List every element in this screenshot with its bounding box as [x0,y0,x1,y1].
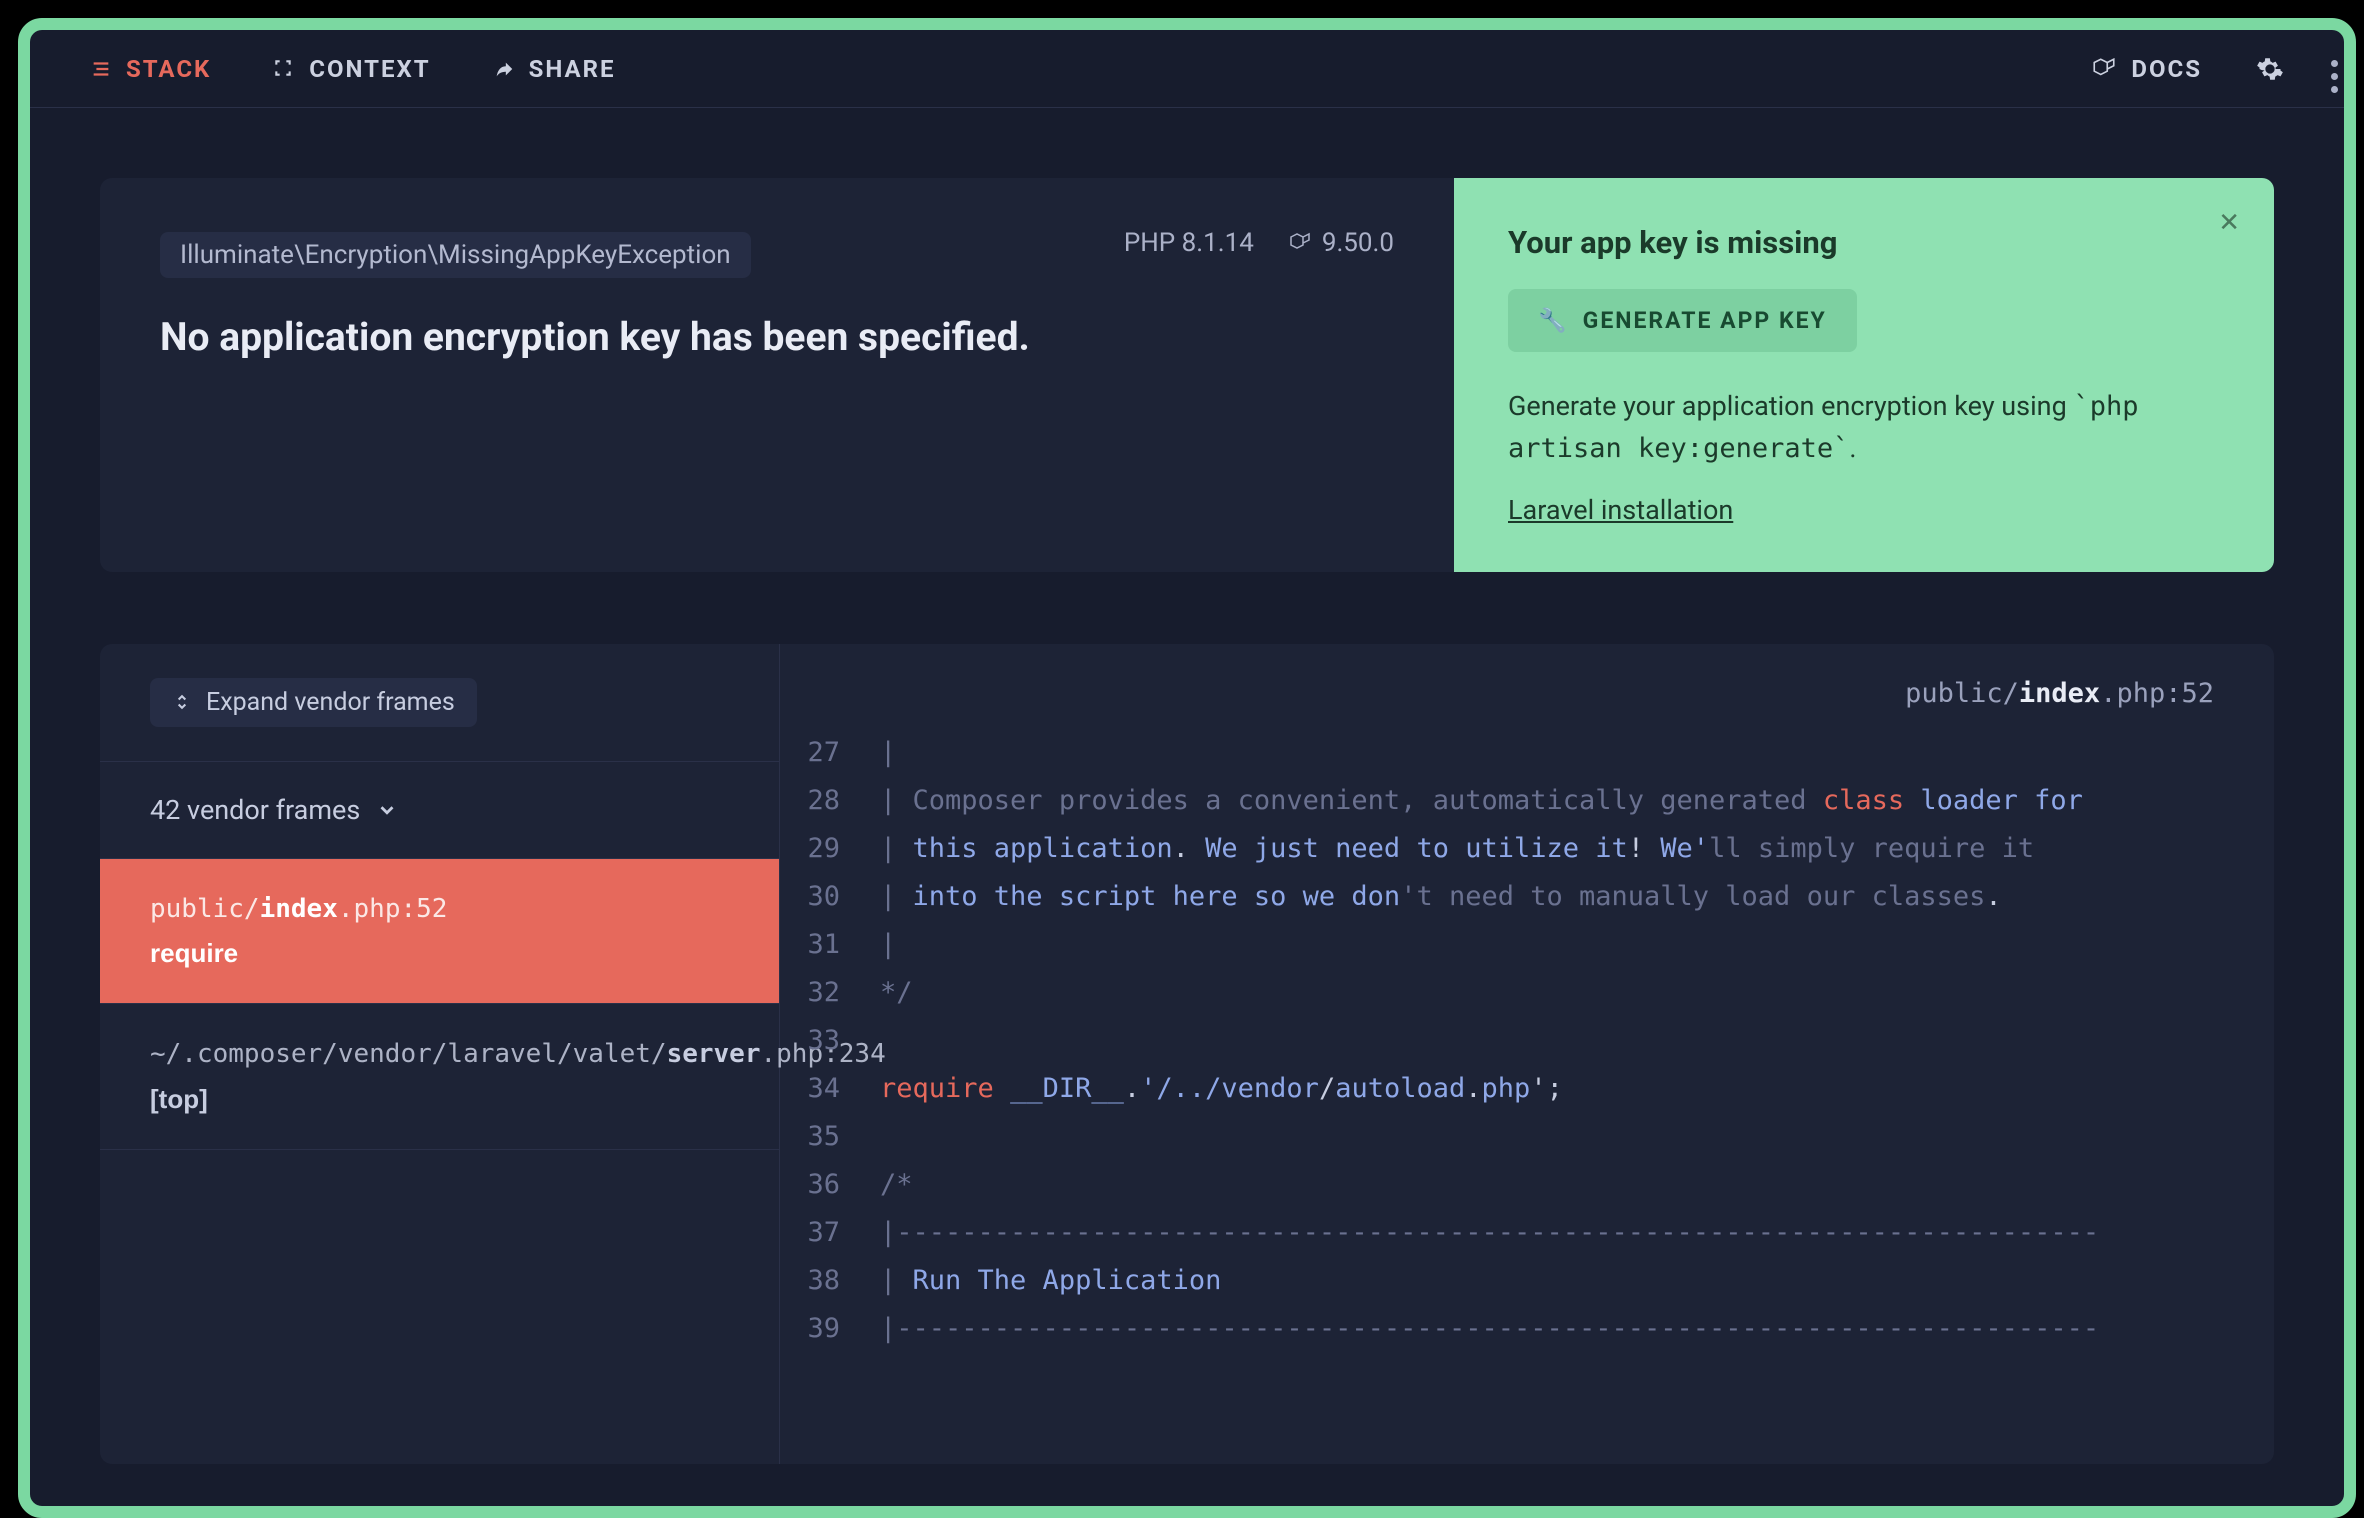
code-column: public/index.php:52 27| 28| Composer pro… [780,644,2274,1464]
docs-label: DOCS [2131,55,2202,83]
file-path: public/index.php:52 [780,678,2224,709]
tab-label: SHARE [529,55,616,83]
tab-label: STACK [126,55,211,83]
tab-label: CONTEXT [309,55,430,83]
exception-card: Illuminate\Encryption\MissingAppKeyExcep… [100,178,1454,572]
frame-item-active[interactable]: public/index.php:52 require [100,858,779,1004]
solution-card: ✕ Your app key is missing 🔧 GENERATE APP… [1454,178,2274,572]
stack-icon [90,58,112,80]
vendor-count: 42 vendor frames [150,794,360,826]
solution-description: Generate your application encryption key… [1508,386,2220,470]
exception-class: Illuminate\Encryption\MissingAppKeyExcep… [160,232,751,278]
close-icon[interactable]: ✕ [2218,208,2240,238]
button-label: GENERATE APP KEY [1583,307,1827,334]
gear-icon[interactable] [2256,55,2284,83]
laravel-icon [2091,56,2117,82]
kebab-icon[interactable] [2323,52,2346,101]
content: Illuminate\Encryption\MissingAppKeyExcep… [30,108,2344,1506]
docs-link[interactable]: DOCS [2091,55,2202,83]
frames-column: Expand vendor frames 42 vendor frames pu… [100,644,780,1464]
expand-vendor-button[interactable]: Expand vendor frames [150,678,477,727]
code-block[interactable]: 27| 28| Composer provides a convenient, … [780,729,2224,1354]
solution-title: Your app key is missing [1508,224,2220,261]
php-version: PHP 8.1.14 [1124,228,1254,258]
generate-key-button[interactable]: 🔧 GENERATE APP KEY [1508,289,1857,352]
installation-link[interactable]: Laravel installation [1508,494,2220,526]
expand-icon [172,692,192,712]
vendor-frames-toggle[interactable]: 42 vendor frames [100,761,779,858]
tab-share[interactable]: SHARE [493,55,616,83]
wrench-icon: 🔧 [1538,307,1569,334]
share-icon [493,58,515,80]
chevron-down-icon [376,799,398,821]
expand-icon [273,58,295,80]
exception-message: No application encryption key has been s… [160,312,1394,363]
stack-card: Expand vendor frames 42 vendor frames pu… [100,644,2274,1464]
laravel-version: 9.50.0 [1322,228,1394,258]
tab-context[interactable]: CONTEXT [273,55,430,83]
frame-item[interactable]: ~/.composer/vendor/laravel/valet/server.… [100,1003,779,1149]
expand-label: Expand vendor frames [206,688,455,717]
tab-stack[interactable]: STACK [90,55,211,83]
laravel-icon [1288,231,1312,255]
topbar: STACK CONTEXT SHARE DOCS [30,30,2344,108]
